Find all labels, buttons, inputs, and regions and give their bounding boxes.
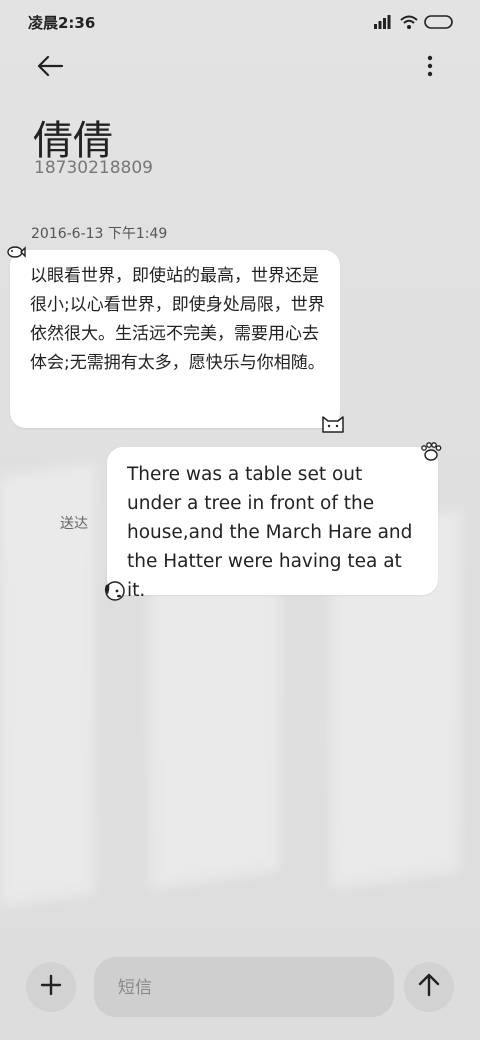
status-time: 凌晨2:36 xyxy=(28,14,96,32)
message-text: 以眼看世界，即使站的最高，世界还是很小;以心看世界，即使身处局限，世界依然很大。… xyxy=(30,266,325,373)
battery-icon xyxy=(424,14,454,33)
send-arrow-up-icon xyxy=(418,973,440,1001)
add-attachment-button[interactable] xyxy=(26,962,76,1012)
contact-number: 18730218809 xyxy=(34,158,153,178)
send-button[interactable] xyxy=(404,962,454,1012)
dog-sticker-icon xyxy=(102,578,126,606)
wifi-icon xyxy=(400,14,418,33)
plus-icon xyxy=(40,974,62,1000)
message-timestamp: 2016-6-13 下午1:49 xyxy=(31,226,168,242)
message-input-container[interactable] xyxy=(94,957,394,1017)
status-icons xyxy=(374,14,454,33)
back-arrow-icon xyxy=(36,55,64,81)
back-button[interactable] xyxy=(30,50,70,86)
delivery-status: 送达 xyxy=(60,516,88,532)
more-options-button[interactable] xyxy=(410,50,450,86)
incoming-message-bubble[interactable]: 以眼看世界，即使站的最高，世界还是很小;以心看世界，即使身处局限，世界依然很大。… xyxy=(10,250,340,428)
paw-sticker-icon xyxy=(420,442,442,466)
signal-icon xyxy=(374,14,394,33)
fish-sticker-icon xyxy=(6,244,26,264)
message-text: There was a table set out under a tree i… xyxy=(127,464,413,601)
outgoing-message-bubble[interactable]: There was a table set out under a tree i… xyxy=(107,447,438,601)
more-vertical-icon xyxy=(426,55,434,81)
message-input[interactable] xyxy=(116,972,370,1004)
cat-sticker-icon xyxy=(320,412,346,438)
status-bar: 凌晨2:36 xyxy=(0,0,480,44)
